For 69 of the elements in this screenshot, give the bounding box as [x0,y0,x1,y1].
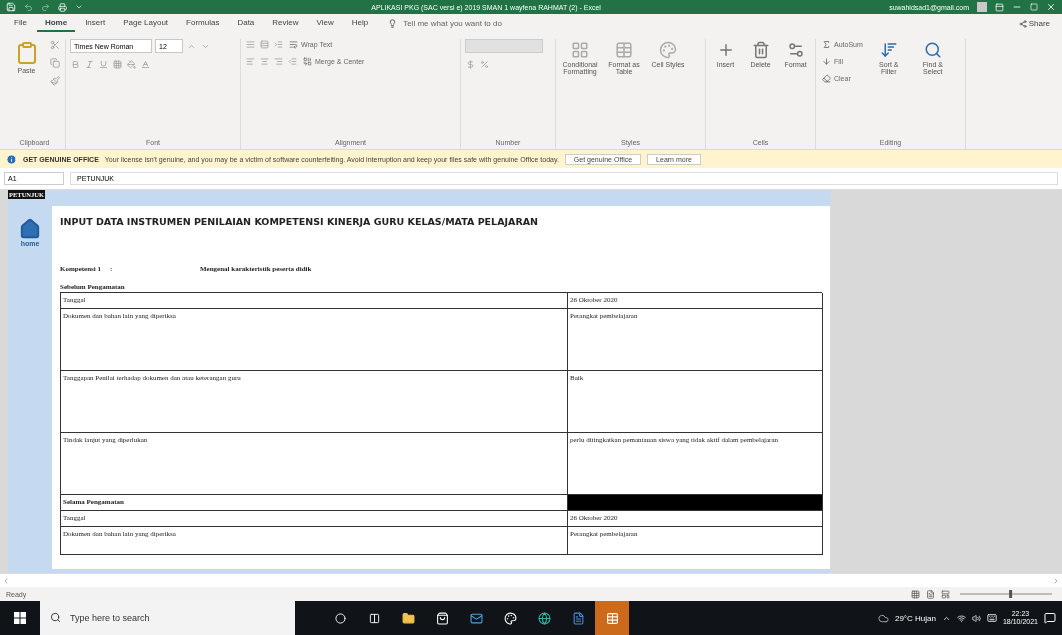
align-left-icon[interactable] [245,56,256,67]
borders-icon[interactable] [112,59,123,70]
restore-icon[interactable] [1030,3,1038,11]
underline-icon[interactable] [98,59,109,70]
redo-icon[interactable] [41,2,50,12]
avatar-icon [977,2,987,12]
menu-tab[interactable]: Review [264,15,307,32]
share-icon [1018,19,1027,28]
menu-tab[interactable]: Data [229,15,263,32]
number-format-field[interactable] [465,39,543,53]
sum-icon [822,40,831,49]
align-right-icon[interactable] [273,56,284,67]
sheet-heading: INPUT DATA INSTRUMEN PENILAIAN KOMPETENSI KINERJA GURU KELAS/MATA PELAJARAN [60,216,539,227]
search-field[interactable]: Type here to search [40,601,295,635]
menu-tab[interactable]: Help [343,15,377,32]
fill-bucket-icon[interactable] [126,59,137,70]
grid-icon [571,41,589,59]
indent-icon[interactable] [287,56,298,67]
wrap-text-icon [289,40,298,49]
house-icon [19,218,41,240]
menu-tab[interactable]: Formulas [178,15,228,32]
page-break-view-icon[interactable] [941,589,950,599]
search-icon [923,41,942,59]
printer-icon[interactable] [58,2,67,12]
bold-icon[interactable] [70,59,81,70]
scroll-left-icon[interactable] [2,576,10,585]
copy-icon[interactable] [49,57,61,69]
merge-icon [303,57,312,66]
font-color-icon[interactable] [140,59,151,70]
eraser-icon [822,74,831,83]
scroll-right-icon[interactable] [1052,576,1060,585]
menu-tab[interactable]: View [308,15,342,32]
align-center-icon[interactable] [259,56,270,67]
brush-icon[interactable] [49,75,61,87]
close-icon[interactable] [1046,2,1056,12]
palette-icon [659,41,677,59]
scissors-icon[interactable] [49,39,61,51]
normal-view-icon[interactable] [911,589,920,599]
currency-icon[interactable] [465,59,476,70]
page-layout-view-icon[interactable] [926,589,935,599]
weather-text: 29°C Hujan [894,613,936,623]
info-icon [6,153,17,165]
down-arrow-icon [822,57,831,66]
notifications-icon[interactable] [1044,612,1056,624]
customize-caret-icon[interactable] [75,3,83,11]
tell-me-field[interactable]: Tell me what you want to do [401,18,562,29]
percent-icon[interactable] [479,59,490,70]
windows-logo-icon [14,612,26,624]
excel-icon[interactable] [595,601,629,635]
horizontal-scrollbar[interactable] [0,573,1062,587]
keyboard-icon[interactable] [986,613,997,623]
italic-icon[interactable] [84,59,95,70]
weather-icon [877,612,889,624]
ribbon-display-icon[interactable] [995,2,1004,12]
menu-tab[interactable]: File [6,15,35,32]
sort-icon [879,41,898,59]
volume-icon[interactable] [971,613,981,623]
save-icon[interactable] [6,2,16,12]
trash-icon [751,41,770,59]
lightbulb-icon [388,19,398,28]
table-icon [615,41,633,59]
search-icon [50,612,61,623]
zoom-thumb[interactable] [1009,590,1013,598]
undo-icon[interactable] [24,2,33,12]
share-button[interactable]: Share [1012,18,1056,29]
settings-icon [786,41,805,59]
menu-tab[interactable]: Insert [77,15,114,32]
network-icon[interactable] [956,613,966,623]
menu-tab[interactable]: Page Layout [115,15,177,32]
